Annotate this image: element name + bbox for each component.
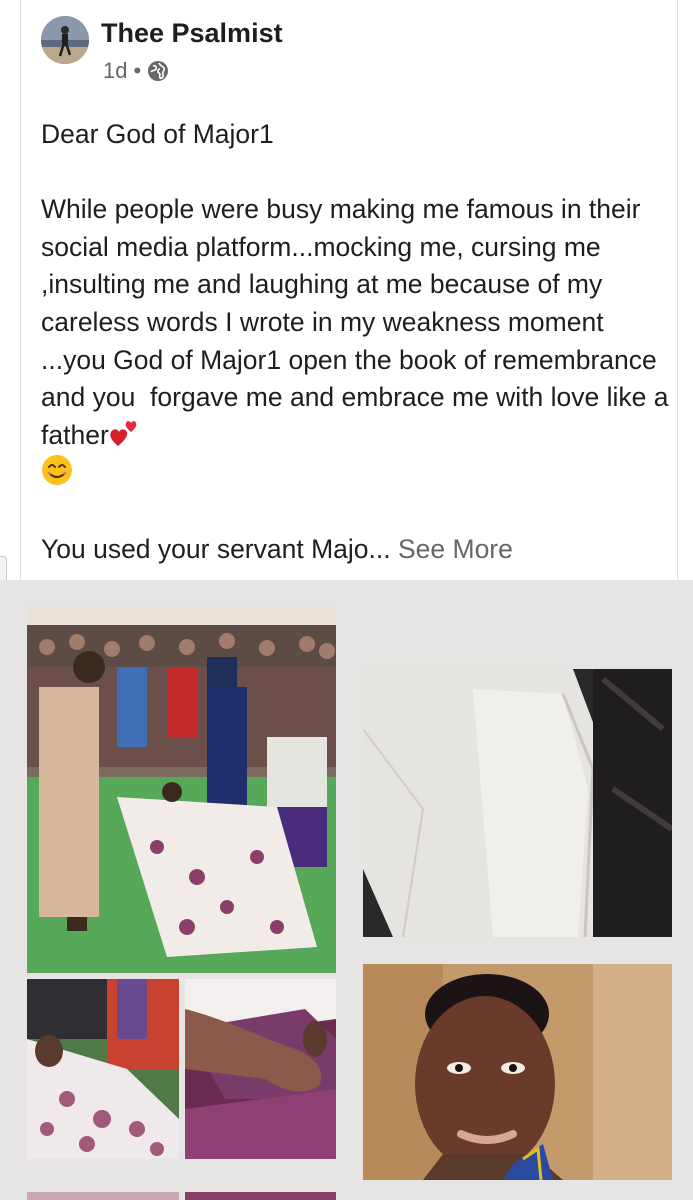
photo-patient-bed[interactable] xyxy=(27,979,179,1159)
post-greeting: Dear God of Major1 xyxy=(41,119,274,149)
two-hearts-icon xyxy=(109,418,139,448)
post-card: Thee Psalmist 1d • Dear God of Major1 Wh… xyxy=(20,0,678,580)
smiling-face-icon xyxy=(41,454,72,486)
meta-separator: • xyxy=(133,58,142,83)
post-text: Dear God of Major1 While people were bus… xyxy=(41,116,671,568)
post-time[interactable]: 1d xyxy=(103,58,127,84)
photo-partial-middle xyxy=(185,1192,336,1200)
photo-woman-selfie[interactable] xyxy=(363,964,672,1180)
post-body: While people were busy making me famous … xyxy=(41,191,671,493)
photo-hand-closeup[interactable] xyxy=(185,979,336,1159)
post-body-text: While people were busy making me famous … xyxy=(41,194,676,450)
post-meta: 1d • xyxy=(103,58,169,84)
post-preview-text: You used your servant Majo... xyxy=(41,533,398,564)
post-preview: You used your servant Majo... See More xyxy=(41,531,671,569)
globe-icon[interactable] xyxy=(147,60,169,82)
photo-partial-left xyxy=(27,1192,179,1200)
photo-church-prayer[interactable] xyxy=(27,607,336,973)
avatar[interactable] xyxy=(41,16,89,64)
photo-gallery xyxy=(0,580,693,1200)
photo-towel[interactable] xyxy=(363,669,672,937)
author-name[interactable]: Thee Psalmist xyxy=(101,18,283,49)
see-more-link[interactable]: See More xyxy=(398,534,513,564)
